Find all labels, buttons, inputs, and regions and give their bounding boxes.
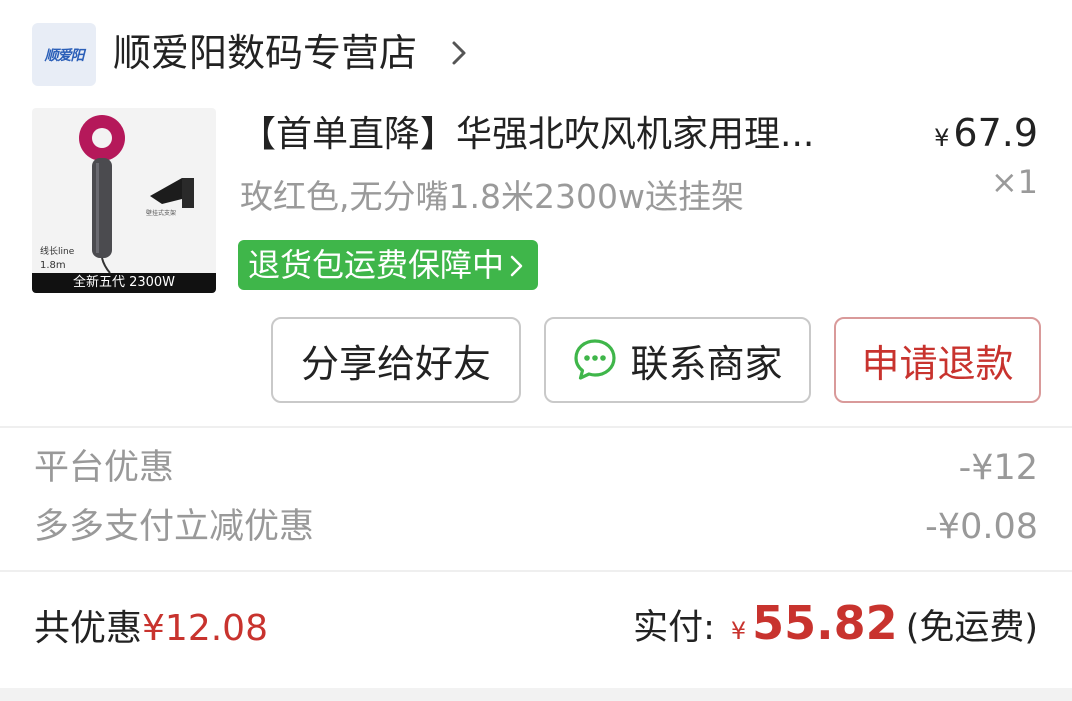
image-spec-line2: 1.8m [40, 260, 66, 271]
section-divider [0, 426, 1072, 428]
product-variant: 玫红色,无分嘴1.8米2300w送挂架 [240, 177, 744, 216]
total-discount: 共优惠¥12.08 [34, 604, 268, 654]
discount-row-value: -¥12 [958, 448, 1038, 488]
product-image[interactable]: 线长line 1.8m 全新五代 2300W [32, 108, 216, 293]
product-quantity: ×1 [990, 163, 1038, 201]
store-name[interactable]: 顺爱阳数码专营店 [113, 28, 417, 78]
share-to-friend-button[interactable]: 分享给好友 [271, 317, 521, 403]
image-hanger-label: 壁挂式支架 [146, 210, 177, 217]
chat-bubble-icon [574, 339, 617, 380]
request-refund-button[interactable]: 申请退款 [834, 317, 1041, 403]
chevron-right-icon[interactable] [448, 38, 470, 68]
chevron-right-icon [510, 255, 523, 277]
paid-label: 实付: [633, 608, 715, 648]
contact-button-label: 联系商家 [630, 341, 783, 386]
share-button-label: 分享给好友 [300, 341, 491, 386]
bottom-separator [0, 688, 1072, 701]
return-badge-label: 退货包运费保障中 [248, 246, 505, 284]
refund-button-label: 申请退款 [861, 341, 1014, 386]
image-spec-line1: 线长line [40, 247, 75, 257]
product-title[interactable]: 【首单直降】华强北吹风机家用理... [240, 110, 880, 160]
price-currency: ¥ [934, 124, 950, 152]
shipping-note: (免运费) [905, 608, 1038, 648]
store-logo[interactable]: 顺爱阳 [32, 23, 96, 86]
contact-merchant-button[interactable]: 联系商家 [544, 317, 811, 403]
total-discount-label: 共优惠 [34, 608, 143, 649]
store-logo-text: 顺爱阳 [44, 47, 85, 64]
paid-currency: ¥ [730, 617, 747, 645]
discount-row-label: 平台优惠 [34, 448, 175, 488]
product-price: ¥67.9 [934, 108, 1038, 163]
image-caption: 全新五代 2300W [32, 273, 216, 293]
discount-row-value: -¥0.08 [925, 507, 1038, 547]
price-value: 67.9 [953, 111, 1038, 155]
paid-amount: 55.82 [752, 596, 898, 650]
amount-paid: 实付: ¥ 55.82 (免运费) [633, 596, 1038, 650]
total-discount-amount: ¥12.08 [142, 608, 268, 649]
discount-row-label: 多多支付立减优惠 [34, 507, 315, 547]
return-shipping-badge[interactable]: 退货包运费保障中 [238, 240, 539, 290]
section-divider [0, 570, 1072, 572]
